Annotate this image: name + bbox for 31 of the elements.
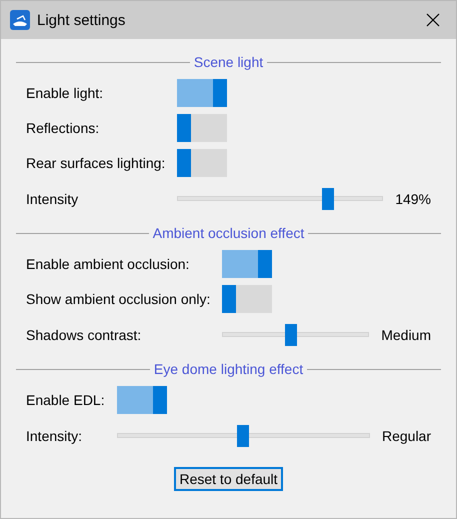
setting-label: Enable ambient occlusion: xyxy=(26,256,190,272)
toggle-switch[interactable] xyxy=(222,285,272,313)
app-icon xyxy=(10,10,30,30)
toggle-switch[interactable] xyxy=(177,149,228,177)
slider-value: Medium xyxy=(381,327,431,343)
section-title: Eye dome lighting effect xyxy=(154,361,304,377)
section-title: Ambient occlusion effect xyxy=(152,225,304,241)
section-title: Scene light xyxy=(194,54,264,70)
setting-label: Show ambient occlusion only: xyxy=(26,291,210,307)
setting-label: Rear surfaces lighting: xyxy=(26,155,166,171)
setting-label: Shadows contrast: xyxy=(26,327,142,343)
toggle-switch[interactable] xyxy=(116,386,167,414)
slider[interactable] xyxy=(116,425,370,447)
setting-label: Reflections: xyxy=(26,120,100,136)
toggle-switch[interactable] xyxy=(177,79,228,107)
slider-thumb[interactable] xyxy=(322,188,334,210)
reset-button[interactable]: Reset to default xyxy=(174,467,283,491)
setting-label: Intensity: xyxy=(26,428,84,444)
slider-value: Regular xyxy=(382,428,431,444)
setting-label: Enable EDL: xyxy=(26,392,105,408)
slider[interactable] xyxy=(222,324,370,346)
slider[interactable] xyxy=(177,188,384,210)
toggle-switch[interactable] xyxy=(177,114,228,142)
close-icon[interactable] xyxy=(426,13,440,27)
slider-thumb[interactable] xyxy=(237,425,250,447)
slider-value: 149% xyxy=(395,191,431,207)
toggle-switch[interactable] xyxy=(222,250,272,278)
window-title: Light settings xyxy=(37,12,126,28)
setting-label: Intensity xyxy=(26,191,80,207)
setting-label: Enable light: xyxy=(26,85,104,101)
slider-thumb[interactable] xyxy=(285,324,298,346)
